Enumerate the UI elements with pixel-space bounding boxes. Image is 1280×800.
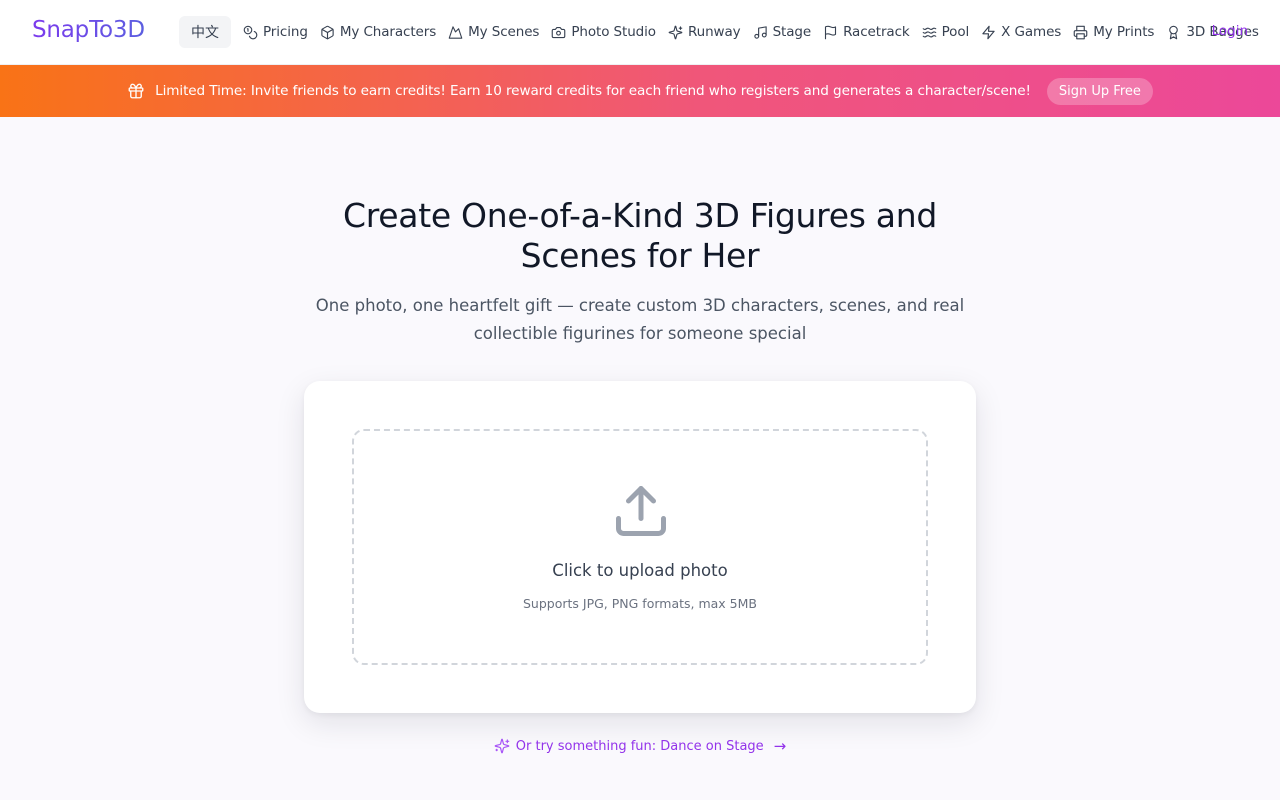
nav-item-label: Pricing (263, 24, 308, 40)
nav-item-label: My Scenes (468, 24, 540, 40)
logo[interactable]: SnapTo3D (32, 17, 145, 43)
nav-item-pool[interactable]: Pool (922, 24, 970, 40)
nav-item-label: My Characters (339, 24, 437, 40)
coins-icon (243, 25, 258, 39)
nav-item-label: Racetrack (843, 24, 910, 40)
nav-item-photo-studio[interactable]: Photo Studio (551, 24, 656, 40)
nav-item-label: Runway (687, 24, 741, 40)
nav-item-label: Pool (941, 24, 970, 40)
printer-icon (1073, 25, 1088, 39)
language-switch-button[interactable]: 中文 (179, 16, 231, 48)
sign-up-free-button[interactable]: Sign Up Free (1046, 77, 1153, 105)
fun-link-row: Or try something fun: Dance on Stage → (0, 737, 1280, 755)
flag-icon (825, 25, 837, 39)
sparkles-icon (494, 738, 510, 754)
nav-item-x-games[interactable]: X Games (981, 24, 1061, 40)
award-icon (1169, 25, 1179, 39)
nav-item-racetrack[interactable]: Racetrack (823, 24, 910, 40)
top-navigation-bar: SnapTo3D 中文 Pricing My Characters My Sce… (0, 0, 1280, 65)
main-nav: Pricing My Characters My Scenes Photo St… (243, 21, 1271, 43)
login-link[interactable]: Login (1212, 23, 1248, 39)
nav-item-runway[interactable]: Runway (668, 24, 741, 40)
photo-upload-dropzone[interactable]: Click to upload photo Supports JPG, PNG … (352, 429, 928, 665)
upload-title: Click to upload photo (552, 561, 728, 580)
mountain-icon (448, 25, 463, 39)
nav-item-stage[interactable]: Stage (753, 24, 812, 40)
waves-icon (922, 27, 936, 37)
nav-item-label: X Games (1001, 24, 1062, 40)
promo-banner-text: Limited Time: Invite friends to earn cre… (155, 83, 1031, 99)
hero-title: Create One-of-a-Kind 3D Figures and Scen… (343, 196, 937, 275)
nav-item-my-characters[interactable]: My Characters (320, 24, 436, 40)
upload-icon (611, 481, 671, 541)
hero-subtitle: One photo, one heartfelt gift — create c… (315, 296, 965, 343)
music-note-icon (753, 25, 767, 39)
nav-item-label: Photo Studio (571, 24, 656, 40)
upload-card: Click to upload photo Supports JPG, PNG … (304, 381, 976, 713)
nav-item-label: Stage (772, 24, 812, 40)
gift-icon (127, 82, 145, 100)
nav-item-label: My Prints (1093, 24, 1155, 40)
sparkles-icon (668, 25, 683, 39)
camera-icon (552, 26, 566, 38)
dance-on-stage-link[interactable]: Or try something fun: Dance on Stage → (494, 737, 786, 755)
upload-format-hint: Supports JPG, PNG formats, max 5MB (523, 596, 757, 611)
nav-item-pricing[interactable]: Pricing (243, 24, 308, 40)
fun-link-text: Or try something fun: Dance on Stage (515, 738, 764, 754)
arrow-right-icon: → (773, 737, 787, 755)
nav-item-my-prints[interactable]: My Prints (1073, 24, 1154, 40)
promo-banner: Limited Time: Invite friends to earn cre… (0, 65, 1280, 117)
cube-icon (321, 25, 334, 39)
nav-item-my-scenes[interactable]: My Scenes (448, 24, 539, 40)
lightning-icon (982, 25, 995, 39)
